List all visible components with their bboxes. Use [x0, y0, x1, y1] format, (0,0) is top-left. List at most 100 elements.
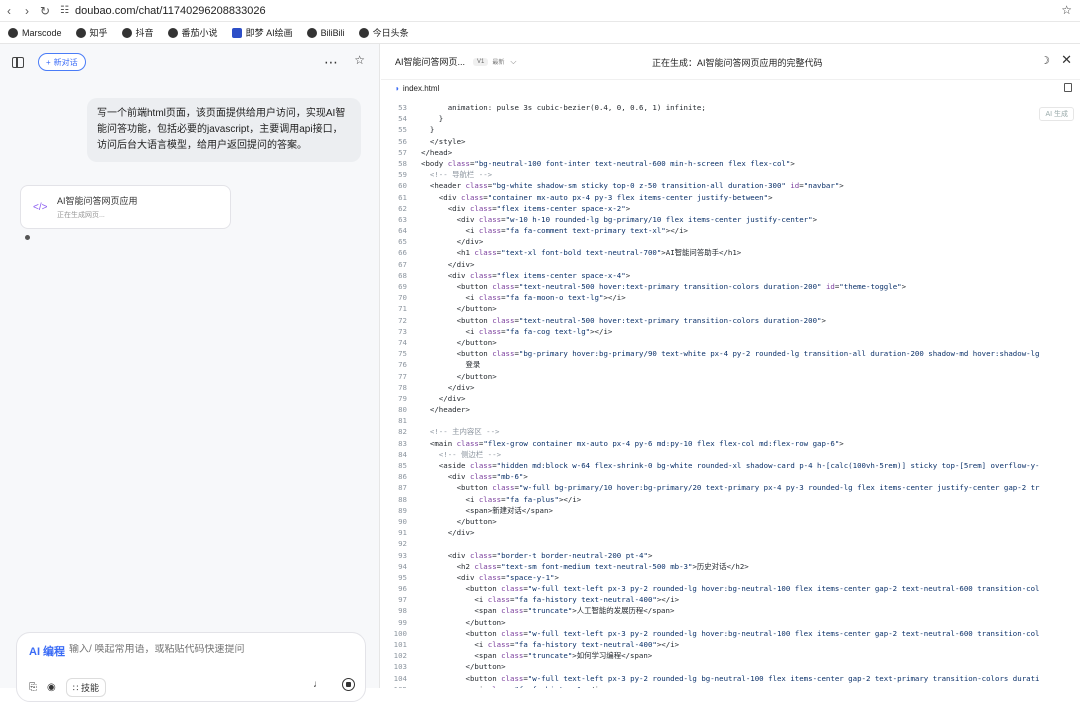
code-line: 91 </div> [381, 527, 1080, 538]
code-text: </div> [421, 528, 475, 538]
code-text: <i class="fa fa-moon-o text-lg"></i> [421, 293, 626, 303]
stop-generation-button[interactable] [342, 678, 355, 691]
more-icon[interactable]: ⋯ [324, 54, 339, 71]
bookmark-bilibili[interactable]: BiliBili [306, 27, 345, 38]
generation-status: 正在生成：AI智能问答网页应用的完整代码 [652, 58, 823, 68]
copy-icon[interactable] [1064, 83, 1072, 92]
new-chat-button[interactable]: + 新对话 [38, 53, 86, 71]
sidebar-toggle-icon[interactable] [12, 56, 24, 68]
toutiao-icon [358, 27, 369, 38]
bookmark-marscode[interactable]: Marscode [8, 27, 62, 38]
code-line: 72 <button class="text-neutral-500 hover… [381, 315, 1080, 326]
douyin-icon [121, 27, 132, 38]
code-text: <button class="w-full text-left px-3 py-… [421, 584, 1040, 594]
code-editor[interactable]: 53 animation: pulse 3s cubic-bezier(0.4,… [381, 102, 1080, 688]
code-text: <div class="mb-6"> [421, 472, 528, 482]
line-number: 100 [393, 628, 407, 638]
line-number: 60 [398, 181, 407, 191]
code-text: <h2 class="text-sm font-medium text-neut… [421, 561, 749, 571]
line-number: 85 [398, 461, 407, 470]
line-number: 75 [398, 349, 407, 359]
latest-label: 最新 [492, 60, 505, 66]
reload-icon[interactable]: ↻ [36, 4, 54, 18]
tab-index-html[interactable]: index.html [403, 84, 439, 93]
close-icon[interactable]: ✕ [1061, 52, 1072, 68]
bookmark-star-icon[interactable]: ☆ [1061, 3, 1072, 17]
bookmark-toutiao[interactable]: 今日头条 [358, 26, 409, 39]
chat-input-box: AI 编程 ⎘ ◉ ∷ 技能 ♩ [16, 632, 366, 702]
code-text: </div> [421, 393, 466, 403]
code-line: 57 </head> [381, 147, 1080, 158]
code-line: 97 <i class="fa fa-history text-neutral-… [381, 594, 1080, 605]
code-line: 65 </div> [381, 236, 1080, 247]
bookmark-zhihu[interactable]: 知乎 [75, 26, 108, 39]
line-number: 103 [393, 662, 407, 672]
code-line: 86 <div class="mb-6"> [381, 471, 1080, 482]
code-line: 84 <!-- 侧边栏 --> [381, 449, 1080, 460]
line-number: 74 [398, 337, 407, 347]
version-badge: V1 [473, 57, 489, 66]
bookmarks-bar: Marscode 知乎 抖音 番茄小说 即梦 AI绘画 BiliBili 今日头… [0, 22, 1080, 44]
address-bar[interactable]: ☷ doubao.com/chat/11740296208833026 [60, 5, 266, 17]
code-line: 94 <h2 class="text-sm font-medium text-n… [381, 561, 1080, 572]
code-line: 67 </div> [381, 259, 1080, 270]
generation-card[interactable]: </> AI智能问答网页应用 正在生成网页... [20, 185, 231, 229]
marscode-icon [8, 27, 18, 38]
code-text: </button> [421, 304, 497, 314]
code-line: 87 <button class="w-full bg-primary/10 h… [381, 482, 1080, 493]
bookmark-jimeng[interactable]: 即梦 AI绘画 [231, 26, 293, 39]
code-text: } [421, 125, 435, 135]
chevron-down-icon[interactable]: ⌵ [510, 57, 516, 67]
code-line: 80 </header> [381, 404, 1080, 415]
line-number: 101 [393, 640, 407, 649]
line-number: 97 [398, 595, 407, 605]
theme-moon-icon[interactable]: ☽ [1040, 54, 1050, 67]
code-text: <body class="bg-neutral-100 font-inter t… [421, 158, 795, 168]
chat-header: + 新对话 ⋯ ☆ [0, 44, 379, 80]
code-line: 82 <!-- 主内容区 --> [381, 426, 1080, 437]
code-text: <i class="fa fa-history text-neutral-400… [421, 640, 680, 649]
line-number: 72 [398, 315, 407, 325]
artifact-title[interactable]: AI智能问答网页... [395, 55, 465, 68]
microphone-icon[interactable]: ♩ [313, 679, 323, 690]
ai-coding-mode-label[interactable]: AI 编程 [29, 643, 65, 659]
code-line: 89 <span>新建对话</span> [381, 505, 1080, 516]
code-text: <button class="w-full text-left px-3 py-… [421, 628, 1040, 638]
code-text: <div class="border-t border-neutral-200 … [421, 550, 653, 560]
line-number: 92 [398, 539, 407, 549]
bookmark-fanqie[interactable]: 番茄小说 [167, 26, 218, 39]
card-subtitle: 正在生成网页... [57, 212, 105, 219]
code-text: <i class="fa fa-cog text-lg"></i> [421, 326, 613, 336]
line-number: 79 [398, 393, 407, 403]
code-text: </style> [421, 136, 466, 146]
code-line: 96 <button class="w-full text-left px-3 … [381, 583, 1080, 594]
code-text: <span>新建对话</span> [421, 505, 553, 515]
code-line: 93 <div class="border-t border-neutral-2… [381, 550, 1080, 561]
code-line: 88 <i class="fa fa-plus"></i> [381, 494, 1080, 505]
back-icon[interactable]: ‹ [0, 4, 18, 18]
line-number: 98 [398, 606, 407, 616]
code-panel: AI智能问答网页... V1 最新 ⌵ 正在生成：AI智能问答网页应用的完整代码… [381, 44, 1080, 688]
code-text: </button> [421, 617, 506, 627]
line-number: 104 [393, 673, 407, 683]
line-number: 78 [398, 382, 407, 392]
chat-input[interactable] [69, 644, 359, 655]
code-line: 55 } [381, 124, 1080, 135]
forward-icon[interactable]: › [18, 4, 36, 18]
browser-toolbar: ‹ › ↻ ☷ doubao.com/chat/1174029620883302… [0, 0, 1080, 22]
code-line: 95 <div class="space-y-1"> [381, 572, 1080, 583]
code-text: <button class="bg-primary hover:bg-prima… [421, 349, 1040, 359]
code-line: 101 <i class="fa fa-history text-neutral… [381, 639, 1080, 650]
url-text[interactable]: doubao.com/chat/11740296208833026 [75, 5, 266, 17]
code-line: 70 <i class="fa fa-moon-o text-lg"></i> [381, 292, 1080, 303]
code-text: <i class="fa fa-plus"></i> [421, 494, 582, 504]
code-line: 66 <h1 class="text-xl font-bold text-neu… [381, 247, 1080, 258]
site-settings-icon[interactable]: ☷ [60, 5, 69, 16]
line-number: 83 [398, 438, 407, 448]
code-text: </button> [421, 371, 497, 381]
bookmark-douyin[interactable]: 抖音 [121, 26, 154, 39]
line-number: 77 [398, 371, 407, 381]
line-number: 55 [398, 125, 407, 135]
favorite-star-icon[interactable]: ☆ [354, 53, 365, 67]
